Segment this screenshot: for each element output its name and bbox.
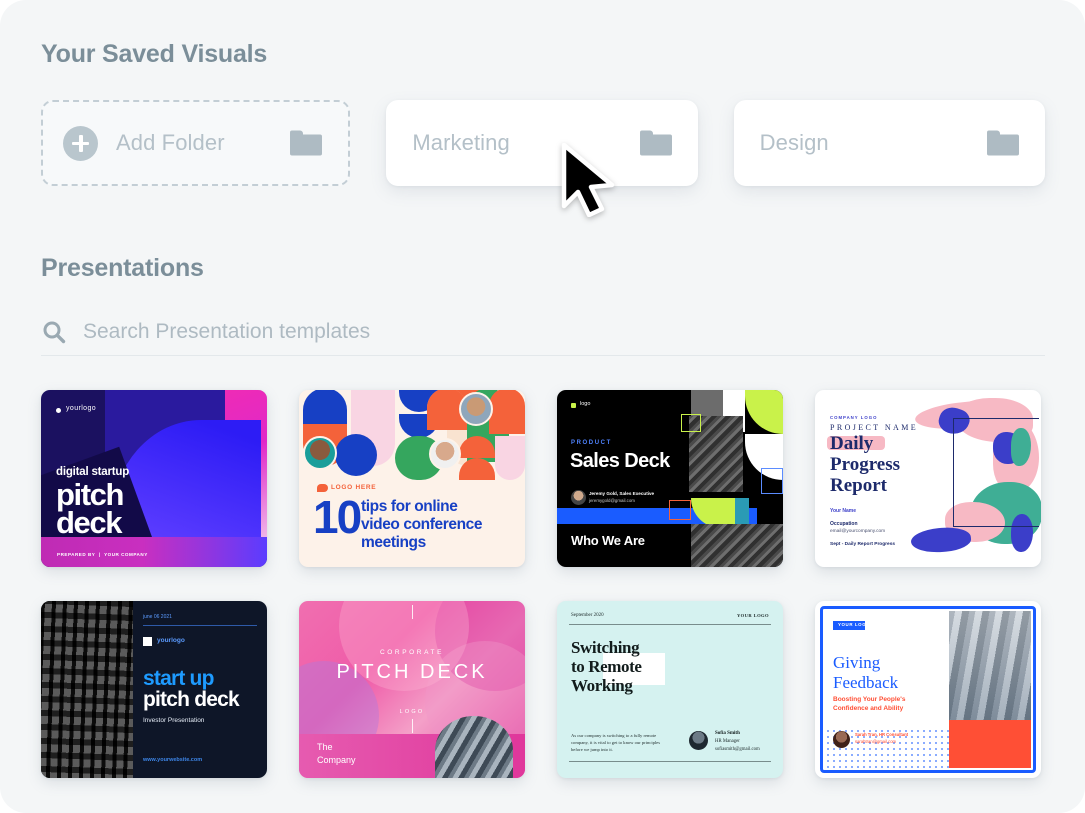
- plus-circle-icon: [63, 125, 98, 161]
- template-card-startup-pitch-deck[interactable]: june 06 2021 yourlogo start up pitch dec…: [41, 601, 267, 778]
- search-bar[interactable]: [41, 308, 1045, 356]
- template-photo: [949, 611, 1031, 720]
- folder-label-design: Design: [759, 130, 829, 155]
- template-author-name: Jeremy Gold, Sales Executive: [589, 491, 655, 496]
- template-logo: logo: [580, 401, 591, 407]
- template-logo: yourlogo: [66, 405, 97, 412]
- template-date: September 2020: [571, 613, 604, 618]
- template-title-line3: Report: [830, 475, 887, 496]
- template-title: Sales Deck: [570, 450, 670, 472]
- template-card-sales-deck[interactable]: logo PRODUCT Sales Deck Jeremy Gold, Sal…: [557, 390, 783, 567]
- add-folder-card[interactable]: Add Folder: [41, 100, 351, 186]
- template-subtitle-line1: Boosting Your People's: [833, 696, 906, 703]
- search-input[interactable]: [83, 319, 783, 344]
- logo-dot-icon: [571, 403, 576, 408]
- template-occupation: Occupation: [830, 521, 858, 527]
- folder-icon: [290, 130, 323, 156]
- template-author-email: sofiasmith@gmail.com: [715, 747, 760, 752]
- avatar: [459, 392, 493, 426]
- avatar: [571, 490, 586, 505]
- template-card-corporate-pitch-deck[interactable]: CORPORATE PITCH DECK LOGO The Company: [299, 601, 525, 778]
- template-date: june 06 2021: [143, 614, 172, 620]
- logo-dot-icon: [56, 408, 61, 413]
- decor-square: [681, 414, 701, 432]
- template-title-line1: Giving: [833, 653, 881, 672]
- template-note: Sept - Daily Report Progress: [830, 542, 896, 547]
- template-your-name: Your Name: [830, 508, 857, 514]
- template-author-role: HR Manager: [715, 739, 740, 744]
- add-folder-label: Add Folder: [116, 130, 225, 155]
- template-project: PROJECT NAME: [830, 423, 918, 432]
- page-title: Your Saved Visuals: [41, 40, 268, 68]
- folder-card-design[interactable]: Design: [733, 100, 1045, 186]
- template-footer-line1: The: [317, 742, 333, 752]
- folder-icon: [986, 130, 1019, 156]
- template-logo: LOGO: [399, 709, 425, 715]
- template-title-line3: Working: [571, 676, 633, 695]
- template-title-line2: video conference: [361, 516, 483, 533]
- presentations-title: Presentations: [41, 254, 204, 282]
- template-author-name: Sarah Tran, HR Consultant: [855, 732, 909, 737]
- template-logo: YOUR LOGO: [736, 613, 769, 618]
- folder-label-marketing: Marketing: [412, 130, 510, 155]
- template-card-giving-feedback[interactable]: YOUR LOGO Giving Feedback Boosting Your …: [815, 601, 1041, 778]
- template-title-line2: Feedback: [833, 673, 899, 692]
- template-author-email: jeremygold@gmail.com: [589, 498, 635, 503]
- avatar: [689, 731, 708, 750]
- folder-icon: [639, 130, 672, 156]
- template-title-line2: to Remote: [571, 657, 642, 676]
- template-footer: PREPARED BY | YOUR COMPANY: [57, 552, 148, 557]
- template-company: COMPANY LOGO: [830, 415, 878, 420]
- template-title-line1: Daily: [830, 433, 874, 454]
- template-card-pitch-deck[interactable]: yourlogo digital startup pitch deck PREP…: [41, 390, 267, 567]
- template-title: PITCH DECK: [336, 661, 488, 683]
- saved-visuals-page: Your Saved Visuals Add Folder Marketing …: [0, 0, 1085, 813]
- template-author-email: sarahtran@gmail.com: [855, 739, 897, 744]
- avatar: [303, 436, 337, 470]
- template-eyebrow: CORPORATE: [379, 649, 445, 656]
- template-email: email@yourcompany.com: [830, 529, 886, 534]
- folder-card-marketing[interactable]: Marketing: [386, 100, 698, 186]
- template-subtitle-line2: Confidence and Ability: [833, 705, 904, 712]
- template-photo: [435, 716, 513, 778]
- template-footer: Who We Are: [571, 533, 645, 548]
- template-number: 10: [313, 491, 362, 543]
- template-title-line1: tips for online: [361, 498, 458, 515]
- template-author-name: Sofia Smith: [715, 731, 740, 736]
- template-title-line1: Switching: [571, 638, 640, 657]
- template-title-line2: Progress: [830, 454, 901, 475]
- template-card-remote-working[interactable]: September 2020 YOUR LOGO Switching to Re…: [557, 601, 783, 778]
- logo-mark-icon: [143, 637, 152, 646]
- template-card-daily-progress-report[interactable]: COMPANY LOGO PROJECT NAME Daily Progress…: [815, 390, 1041, 567]
- template-title-line2: pitch deck: [143, 688, 240, 711]
- template-grid: yourlogo digital startup pitch deck PREP…: [41, 390, 1045, 778]
- template-footer-line2: Company: [317, 755, 356, 765]
- template-title-line2: deck: [56, 505, 122, 540]
- decor-square: [761, 468, 783, 494]
- template-logo: yourlogo: [157, 637, 185, 644]
- template-eyebrow: PRODUCT: [571, 440, 612, 446]
- template-card-video-conference-tips[interactable]: LOGO HERE 10 tips for online video confe…: [299, 390, 525, 567]
- decor-square: [669, 500, 691, 520]
- template-subtitle: Investor Presentation: [143, 717, 205, 724]
- template-body: As our company is switching to a fully r…: [571, 733, 661, 752]
- avatar: [429, 438, 461, 470]
- search-icon: [43, 321, 66, 343]
- template-logo: YOUR LOGO: [838, 622, 871, 627]
- folder-row: Add Folder Marketing Design: [41, 100, 1045, 186]
- template-title-line3: meetings: [361, 534, 426, 551]
- avatar: [833, 731, 850, 748]
- template-logo: LOGO HERE: [331, 484, 377, 491]
- template-website: www.yourwebsite.com: [143, 757, 203, 763]
